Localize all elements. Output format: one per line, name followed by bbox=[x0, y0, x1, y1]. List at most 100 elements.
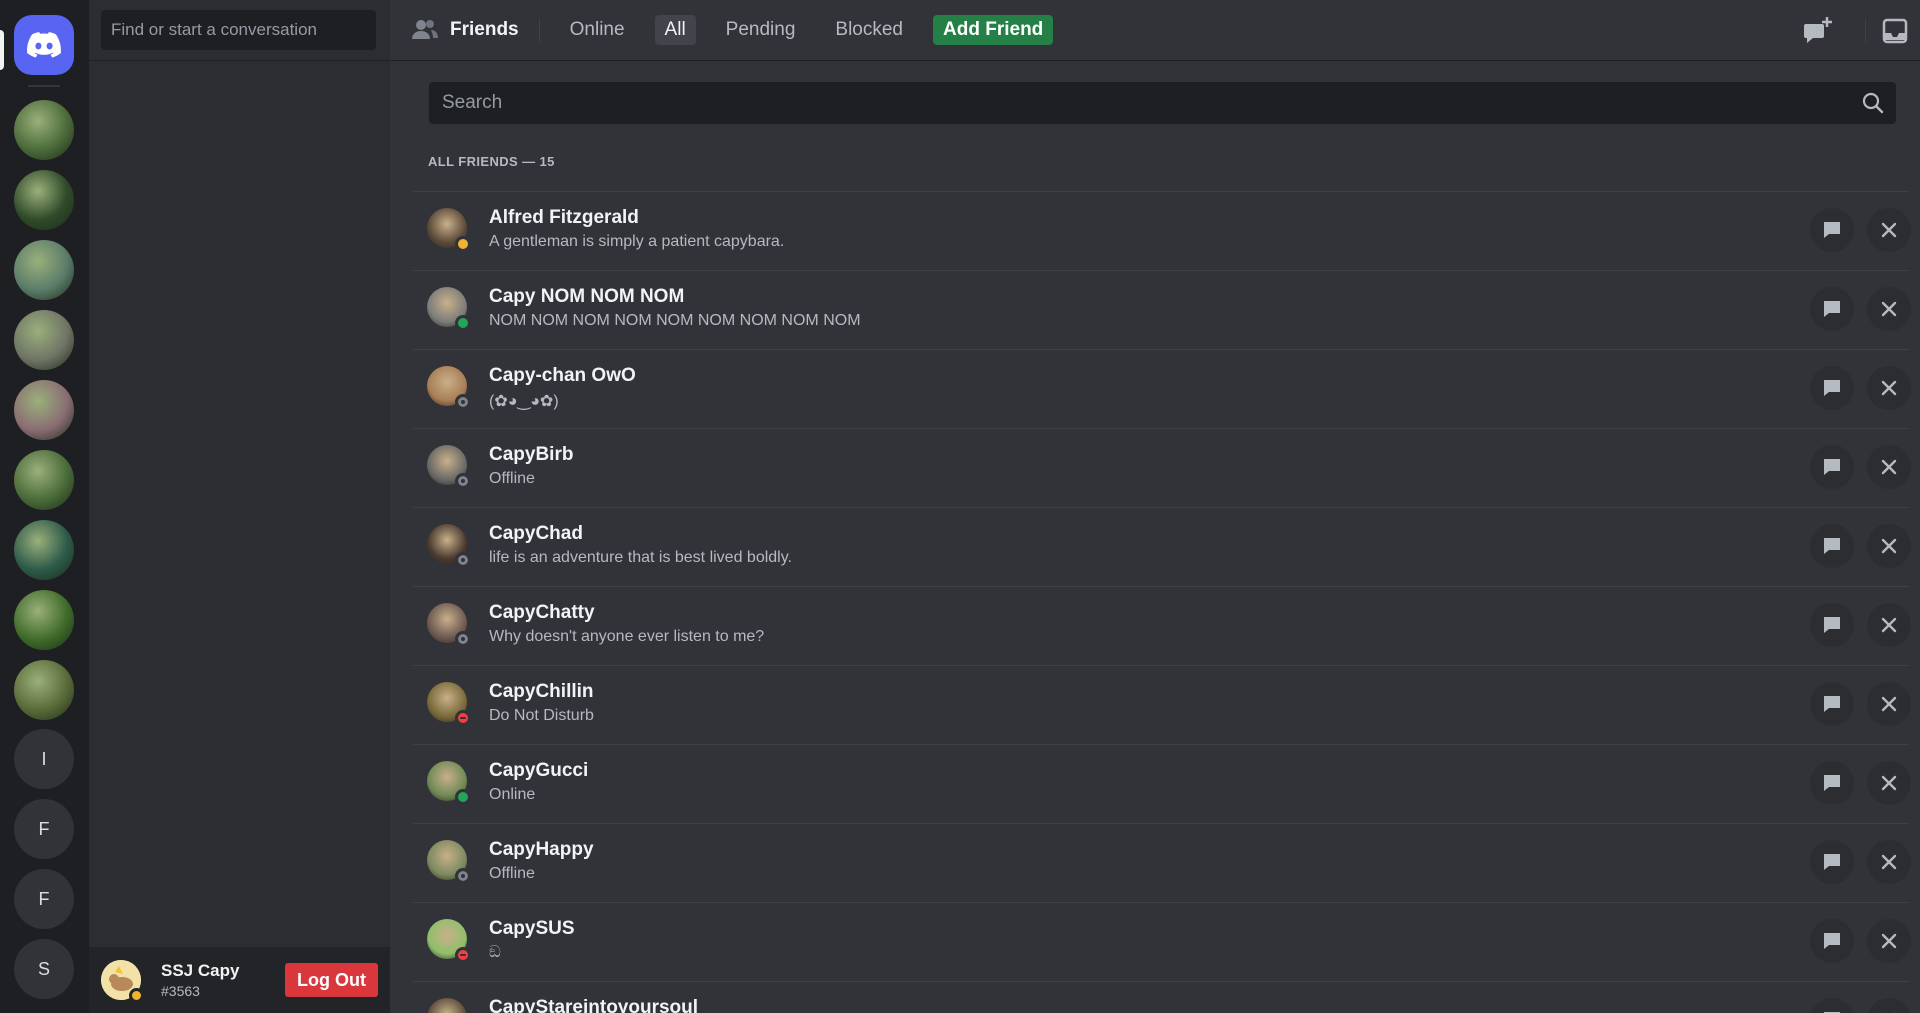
server-icon[interactable] bbox=[14, 310, 74, 370]
friends-count-heading: ALL FRIENDS — 15 bbox=[428, 154, 555, 169]
friend-row[interactable]: Capy NOM NOM NOM NOM NOM NOM NOM NOM NOM … bbox=[413, 270, 1911, 349]
friend-row[interactable]: Alfred Fitzgerald A gentleman is simply a… bbox=[413, 191, 1911, 270]
server-icon[interactable]: S bbox=[14, 939, 74, 999]
remove-friend-button[interactable] bbox=[1867, 445, 1911, 489]
dm-sidebar: Find or start a conversation SSJ Capy #3… bbox=[89, 0, 390, 1013]
message-icon bbox=[1824, 775, 1840, 791]
status-badge bbox=[455, 868, 471, 884]
new-group-dm-icon[interactable] bbox=[1803, 16, 1833, 46]
close-icon bbox=[1881, 933, 1897, 949]
message-button[interactable] bbox=[1810, 761, 1854, 805]
close-icon bbox=[1881, 222, 1897, 238]
inbox-icon[interactable] bbox=[1882, 18, 1908, 44]
remove-friend-button[interactable] bbox=[1867, 998, 1911, 1013]
avatar[interactable] bbox=[101, 960, 144, 1003]
header-title: Friends bbox=[450, 19, 519, 40]
friends-title: Friends bbox=[412, 18, 540, 42]
friend-status-text: ඞ bbox=[489, 944, 501, 961]
tab-all[interactable]: All bbox=[654, 15, 696, 45]
friend-list: Alfred Fitzgerald A gentleman is simply a… bbox=[413, 191, 1911, 1013]
message-button[interactable] bbox=[1810, 919, 1854, 963]
friend-row[interactable]: CapyChillin Do Not Disturb bbox=[413, 665, 1911, 744]
message-icon bbox=[1824, 459, 1840, 475]
remove-friend-button[interactable] bbox=[1867, 840, 1911, 884]
message-icon bbox=[1824, 380, 1840, 396]
friends-main: Search ALL FRIENDS — 15 Alfred Fitzgeral… bbox=[390, 62, 1920, 1013]
status-badge bbox=[455, 315, 471, 331]
tab-online[interactable]: Online bbox=[560, 15, 635, 45]
friends-header: Friends Online All Pending Blocked Add F… bbox=[390, 0, 1920, 61]
logout-button[interactable]: Log Out bbox=[285, 963, 378, 997]
rail-separator bbox=[28, 85, 60, 87]
add-friend-button[interactable]: Add Friend bbox=[933, 15, 1054, 45]
message-button[interactable] bbox=[1810, 682, 1854, 726]
message-button[interactable] bbox=[1810, 208, 1854, 252]
friend-row[interactable]: CapyGucci Online bbox=[413, 744, 1911, 823]
server-icon[interactable] bbox=[14, 380, 74, 440]
friend-row[interactable]: CapyHappy Offline bbox=[413, 823, 1911, 902]
server-icon[interactable] bbox=[14, 520, 74, 580]
message-icon bbox=[1824, 538, 1840, 554]
close-icon bbox=[1881, 459, 1897, 475]
remove-friend-button[interactable] bbox=[1867, 366, 1911, 410]
home-indicator bbox=[0, 30, 4, 70]
search-icon bbox=[1862, 92, 1884, 114]
close-icon bbox=[1881, 380, 1897, 396]
message-button[interactable] bbox=[1810, 998, 1854, 1013]
close-icon bbox=[1881, 775, 1897, 791]
status-badge bbox=[455, 552, 471, 568]
server-icon[interactable] bbox=[14, 450, 74, 510]
dm-search-bar: Find or start a conversation bbox=[89, 0, 390, 61]
friend-status-text: Offline bbox=[489, 865, 535, 882]
friend-name: CapyChillin bbox=[489, 681, 594, 702]
remove-friend-button[interactable] bbox=[1867, 524, 1911, 568]
server-icon[interactable]: F bbox=[14, 799, 74, 859]
server-icon[interactable]: I bbox=[14, 729, 74, 789]
friend-row[interactable]: Capy-chan OwO (✿◕‿◕✿) bbox=[413, 349, 1911, 428]
friend-status-text: Offline bbox=[489, 470, 535, 487]
friend-row[interactable]: CapyChatty Why doesn't anyone ever listen… bbox=[413, 586, 1911, 665]
remove-friend-button[interactable] bbox=[1867, 603, 1911, 647]
close-icon bbox=[1881, 301, 1897, 317]
friend-search-input[interactable]: Search bbox=[429, 82, 1896, 124]
friend-row[interactable]: CapyChad life is an adventure that is bes… bbox=[413, 507, 1911, 586]
tab-pending[interactable]: Pending bbox=[716, 15, 806, 45]
server-icon[interactable] bbox=[14, 170, 74, 230]
friend-name: CapyHappy bbox=[489, 839, 594, 860]
remove-friend-button[interactable] bbox=[1867, 761, 1911, 805]
remove-friend-button[interactable] bbox=[1867, 682, 1911, 726]
status-badge bbox=[455, 473, 471, 489]
server-icon[interactable] bbox=[14, 100, 74, 160]
friend-name: Capy NOM NOM NOM bbox=[489, 286, 685, 307]
message-button[interactable] bbox=[1810, 524, 1854, 568]
remove-friend-button[interactable] bbox=[1867, 208, 1911, 252]
home-button[interactable] bbox=[14, 15, 74, 75]
message-button[interactable] bbox=[1810, 840, 1854, 884]
message-button[interactable] bbox=[1810, 366, 1854, 410]
remove-friend-button[interactable] bbox=[1867, 287, 1911, 331]
server-icon[interactable] bbox=[14, 590, 74, 650]
user-panel: SSJ Capy #3563 Log Out bbox=[89, 947, 390, 1013]
server-icon[interactable] bbox=[14, 660, 74, 720]
message-button[interactable] bbox=[1810, 287, 1854, 331]
friend-row[interactable]: CapySUS ඞ bbox=[413, 902, 1911, 981]
friend-status-text: NOM NOM NOM NOM NOM NOM NOM NOM NOM bbox=[489, 312, 861, 329]
remove-friend-button[interactable] bbox=[1867, 919, 1911, 963]
friend-name: CapyChatty bbox=[489, 602, 595, 623]
avatar bbox=[427, 998, 467, 1013]
message-icon bbox=[1824, 301, 1840, 317]
search-placeholder: Search bbox=[442, 92, 503, 113]
status-badge bbox=[455, 394, 471, 410]
server-icon[interactable] bbox=[14, 240, 74, 300]
message-button[interactable] bbox=[1810, 603, 1854, 647]
message-button[interactable] bbox=[1810, 445, 1854, 489]
server-icon[interactable]: F bbox=[14, 869, 74, 929]
friend-row[interactable]: CapyStareintoyoursoul bbox=[413, 981, 1911, 1013]
friend-name: Capy-chan OwO bbox=[489, 365, 636, 386]
conversation-search-input[interactable]: Find or start a conversation bbox=[101, 10, 376, 50]
discord-logo-icon bbox=[27, 32, 61, 58]
friend-row[interactable]: CapyBirb Offline bbox=[413, 428, 1911, 507]
friend-name: CapyChad bbox=[489, 523, 583, 544]
tab-blocked[interactable]: Blocked bbox=[825, 15, 913, 45]
friend-name: Alfred Fitzgerald bbox=[489, 207, 639, 228]
